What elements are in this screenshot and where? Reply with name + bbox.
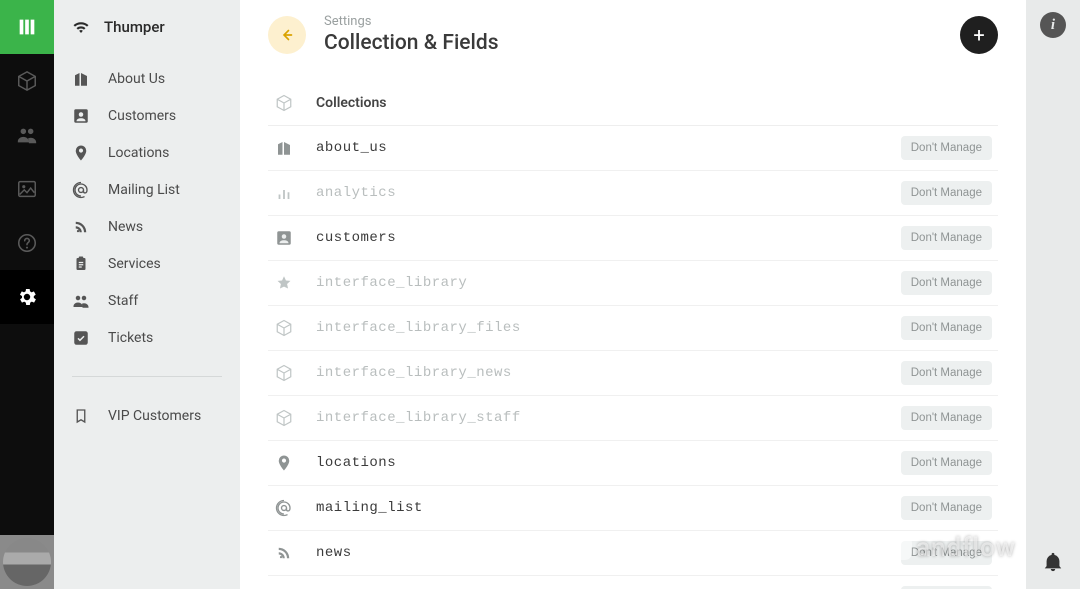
star-icon <box>275 274 293 292</box>
back-button[interactable] <box>268 16 306 54</box>
collection-row[interactable]: interface_library_news Don't Manage <box>268 351 998 396</box>
sidebar-item-locations[interactable]: Locations <box>54 134 240 171</box>
sidebar-item-label: Staff <box>108 293 138 309</box>
sidebar-item-label: VIP Customers <box>108 408 201 424</box>
sidebar-item-news[interactable]: News <box>54 208 240 245</box>
cube-icon <box>275 409 293 427</box>
rss-icon <box>72 218 90 236</box>
rail-settings[interactable] <box>0 270 54 324</box>
wifi-icon <box>72 18 90 36</box>
at-icon <box>72 181 90 199</box>
rss-icon <box>275 544 293 562</box>
dont-manage-button[interactable]: Don't Manage <box>901 541 992 565</box>
collection-name: customers <box>316 230 879 246</box>
right-rail: i <box>1026 0 1080 589</box>
collection-name: news <box>316 545 879 561</box>
dont-manage-button[interactable]: Don't Manage <box>901 136 992 160</box>
rail-help[interactable] <box>0 216 54 270</box>
check-box-icon <box>72 329 90 347</box>
info-button[interactable]: i <box>1040 12 1066 38</box>
project-switcher[interactable]: Thumper <box>54 0 240 54</box>
collection-row[interactable]: interface_library_staff Don't Manage <box>268 396 998 441</box>
cube-icon <box>274 93 294 113</box>
collection-row[interactable]: interface_library Don't Manage <box>268 261 998 306</box>
dont-manage-button[interactable]: Don't Manage <box>901 226 992 250</box>
sidebar-item-customers[interactable]: Customers <box>54 97 240 134</box>
collection-row[interactable]: locations Don't Manage <box>268 441 998 486</box>
add-button[interactable]: + <box>960 16 998 54</box>
collection-name: interface_library <box>316 275 879 291</box>
collection-row[interactable]: customers Don't Manage <box>268 216 998 261</box>
breadcrumb[interactable]: Settings <box>324 14 499 29</box>
collection-name: interface_library_staff <box>316 410 879 426</box>
arrow-left-icon <box>278 26 296 44</box>
sidebar-item-label: News <box>108 219 143 235</box>
collection-name: interface_library_news <box>316 365 879 381</box>
icon-rail <box>0 0 54 589</box>
building-icon <box>72 70 90 88</box>
nav-divider <box>72 376 222 377</box>
user-avatar[interactable] <box>0 535 54 589</box>
section-header: Collections <box>268 81 998 126</box>
sidebar-item-about-us[interactable]: About Us <box>54 60 240 97</box>
collection-name: mailing_list <box>316 500 879 516</box>
collection-name: locations <box>316 455 879 471</box>
people-icon <box>72 292 90 310</box>
collection-name: about_us <box>316 140 879 156</box>
notifications-button[interactable] <box>1026 535 1080 589</box>
rail-users[interactable] <box>0 108 54 162</box>
collection-row[interactable]: mailing_list Don't Manage <box>268 486 998 531</box>
avatar-image <box>3 538 51 586</box>
sidebar-item-label: Locations <box>108 145 169 161</box>
building-icon <box>275 139 293 157</box>
sidebar-item-services[interactable]: Services <box>54 245 240 282</box>
dont-manage-button[interactable]: Don't Manage <box>901 406 992 430</box>
sidebar-item-mailing-list[interactable]: Mailing List <box>54 171 240 208</box>
main-content: Settings Collection & Fields + Collectio… <box>240 0 1026 589</box>
bell-icon <box>1042 551 1064 573</box>
sidebar-item-vip-customers[interactable]: VIP Customers <box>54 397 240 434</box>
rail-files[interactable] <box>0 162 54 216</box>
rail-collections[interactable] <box>0 54 54 108</box>
collection-name: analytics <box>316 185 879 201</box>
dont-manage-button[interactable]: Don't Manage <box>901 271 992 295</box>
collection-row[interactable]: analytics Don't Manage <box>268 171 998 216</box>
clipboard-icon <box>72 255 90 273</box>
at-icon <box>275 499 293 517</box>
bookmark-icon <box>72 407 90 425</box>
cube-icon <box>275 364 293 382</box>
dont-manage-button[interactable]: Don't Manage <box>901 451 992 475</box>
cube-icon <box>275 319 293 337</box>
person-box-icon <box>275 229 293 247</box>
dont-manage-button[interactable]: Don't Manage <box>901 316 992 340</box>
dont-manage-button[interactable]: Don't Manage <box>901 496 992 520</box>
sidebar-item-staff[interactable]: Staff <box>54 282 240 319</box>
person-box-icon <box>72 107 90 125</box>
collection-row[interactable]: news Don't Manage <box>268 531 998 576</box>
section-title: Collections <box>316 95 386 111</box>
project-name: Thumper <box>104 18 165 36</box>
dont-manage-button[interactable]: Don't Manage <box>901 361 992 385</box>
sidebar-item-label: About Us <box>108 71 165 87</box>
sidebar-item-tickets[interactable]: Tickets <box>54 319 240 356</box>
sidebar: Thumper About Us Customers Locations Mailin… <box>54 0 240 589</box>
sidebar-item-label: Services <box>108 256 161 272</box>
collection-name: interface_library_files <box>316 320 879 336</box>
collection-row[interactable]: interface_library_files Don't Manage <box>268 306 998 351</box>
dont-manage-button[interactable]: Don't Manage <box>901 181 992 205</box>
collection-row[interactable]: news_relationsDon't Manage <box>268 576 998 589</box>
sidebar-item-label: Customers <box>108 108 176 124</box>
bars-icon <box>275 184 293 202</box>
collection-row[interactable]: about_us Don't Manage <box>268 126 998 171</box>
sidebar-item-label: Mailing List <box>108 182 180 198</box>
pin-icon <box>72 144 90 162</box>
pin-icon <box>275 454 293 472</box>
sidebar-item-label: Tickets <box>108 330 153 346</box>
page-title: Collection & Fields <box>324 31 499 55</box>
